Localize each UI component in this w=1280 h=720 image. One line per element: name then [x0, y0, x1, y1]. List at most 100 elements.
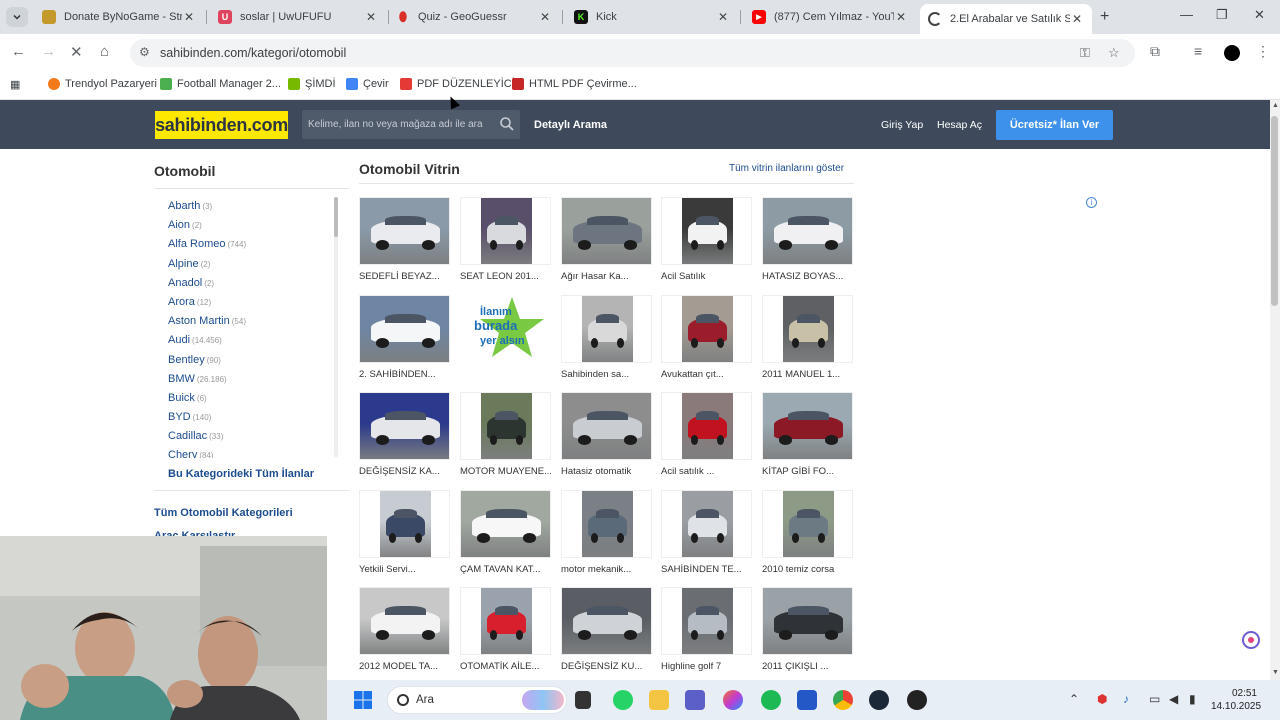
vitrin-card[interactable]: Ağır Hasar Ka...: [561, 197, 652, 287]
vitrin-card[interactable]: İlanım burada yer alsın: [460, 295, 551, 385]
car-thumbnail[interactable]: [359, 490, 450, 558]
vitrin-card[interactable]: HATASIZ BOYAS...: [762, 197, 853, 287]
whatsapp-icon[interactable]: [613, 690, 633, 710]
windows-start-icon[interactable]: [353, 690, 373, 710]
page-scroll-thumb[interactable]: [1271, 116, 1278, 306]
site-logo[interactable]: sahibinden.com: [155, 111, 288, 139]
vitrin-card[interactable]: Avukattan çıt...: [661, 295, 752, 385]
bookmark-cevir[interactable]: Çevir: [346, 78, 389, 90]
site-info-icon[interactable]: ⚙: [139, 45, 150, 59]
vitrin-card[interactable]: 2011 MANUEL 1...: [762, 295, 853, 385]
forward-button[interactable]: →: [41, 43, 56, 60]
all-categories-link[interactable]: Tüm Otomobil Kategorileri: [154, 507, 293, 519]
car-thumbnail[interactable]: [359, 392, 450, 460]
steam-icon[interactable]: [869, 690, 889, 710]
login-link[interactable]: Giriş Yap: [881, 119, 923, 131]
window-close-button[interactable]: ✕: [1254, 7, 1265, 23]
copilot-icon[interactable]: [723, 690, 743, 710]
tab-0[interactable]: Donate ByNoGame - Strea ✕: [34, 4, 204, 30]
tab-2[interactable]: ⬮ Quiz - GeoGuessr ✕: [388, 4, 560, 30]
car-thumbnail[interactable]: [460, 392, 551, 460]
close-icon[interactable]: ✕: [364, 10, 378, 24]
vitrin-card[interactable]: MOTOR MUAYENE...: [460, 392, 551, 482]
battery-icon[interactable]: ▮: [1189, 692, 1196, 706]
brand-item[interactable]: Aion (2): [168, 219, 333, 238]
taskbar-search[interactable]: Ara: [387, 686, 567, 714]
vitrin-card[interactable]: 2012 MODEL TA...: [359, 587, 450, 677]
car-thumbnail[interactable]: [561, 587, 652, 655]
car-thumbnail[interactable]: [661, 295, 752, 363]
tab-search-button[interactable]: [6, 7, 28, 27]
vitrin-card[interactable]: SEDEFLİ BEYAZ...: [359, 197, 450, 287]
vitrin-card-title[interactable]: Sahibinden sa...: [561, 369, 652, 380]
brand-item[interactable]: Abarth (3): [168, 200, 333, 219]
tray-overflow-icon[interactable]: ⌃: [1069, 692, 1079, 706]
car-thumbnail[interactable]: [762, 392, 853, 460]
car-thumbnail[interactable]: [561, 197, 652, 265]
address-bar[interactable]: ⚙ sahibinden.com/kategori/otomobil ⚿ ☆: [130, 39, 1135, 67]
vitrin-card-title[interactable]: 2012 MODEL TA...: [359, 661, 450, 672]
vitrin-card[interactable]: SEAT LEON 201...: [460, 197, 551, 287]
brand-list-scroll-thumb[interactable]: [334, 197, 338, 237]
home-button[interactable]: ⌂: [100, 43, 109, 60]
info-icon[interactable]: i: [1086, 197, 1097, 208]
vitrin-card-title[interactable]: 2. SAHİBİNDEN...: [359, 369, 450, 380]
password-key-icon[interactable]: ⚿: [1080, 45, 1090, 61]
file-explorer-icon[interactable]: [649, 690, 669, 710]
car-thumbnail[interactable]: [359, 295, 450, 363]
vitrin-card-title[interactable]: Acil satılık ...: [661, 466, 752, 477]
vitrin-card-title[interactable]: HATASIZ BOYAS...: [762, 271, 853, 282]
vitrin-card-title[interactable]: Yetkili Servi...: [359, 564, 450, 575]
all-in-category-link[interactable]: Bu Kategorideki Tüm İlanlar: [168, 468, 314, 480]
chrome-icon[interactable]: [833, 690, 853, 710]
tray-app-icon[interactable]: ⬢: [1097, 692, 1107, 706]
restore-button[interactable]: ❐: [1216, 7, 1228, 23]
tab-3[interactable]: K Kick ✕: [566, 4, 738, 30]
vitrin-card-title[interactable]: 2011 MANUEL 1...: [762, 369, 853, 380]
car-thumbnail[interactable]: [762, 587, 853, 655]
stop-button[interactable]: ✕: [70, 43, 83, 61]
store-icon[interactable]: [797, 690, 817, 710]
car-thumbnail[interactable]: [661, 392, 752, 460]
vitrin-card[interactable]: Sahibinden sa...: [561, 295, 652, 385]
bookmark-trendyol[interactable]: Trendyol Pazaryeri: [48, 78, 157, 90]
close-icon[interactable]: ✕: [1070, 12, 1084, 26]
taskbar-clock[interactable]: 02:51 14.10.2025: [1211, 687, 1261, 713]
tab-1[interactable]: U soslar | UwUFUFU ✕: [210, 4, 386, 30]
car-thumbnail[interactable]: [561, 295, 652, 363]
spotify-icon[interactable]: [761, 690, 781, 710]
brand-item[interactable]: Alfa Romeo (744): [168, 238, 333, 257]
media-controls-icon[interactable]: ≡: [1194, 43, 1202, 59]
vitrin-card[interactable]: DEĞİŞENSİZ KA...: [359, 392, 450, 482]
vitrin-card-title[interactable]: motor mekanik...: [561, 564, 652, 575]
car-thumbnail[interactable]: [762, 197, 853, 265]
vitrin-card-title[interactable]: SEDEFLİ BEYAZ...: [359, 271, 450, 282]
assistant-floating-icon[interactable]: [1240, 629, 1262, 651]
scroll-up-arrow-icon[interactable]: ▲: [1272, 102, 1279, 109]
vitrin-show-all-link[interactable]: Tüm vitrin ilanlarını göster: [729, 163, 844, 174]
car-thumbnail[interactable]: [762, 490, 853, 558]
car-thumbnail[interactable]: [460, 587, 551, 655]
brand-item[interactable]: BMW (26.186): [168, 373, 333, 392]
minimize-button[interactable]: —: [1180, 7, 1193, 22]
brand-item[interactable]: Aston Martin (54): [168, 315, 333, 334]
vitrin-card-title[interactable]: OTOMATİK AİLE...: [460, 661, 551, 672]
vitrin-card[interactable]: Acil satılık ...: [661, 392, 752, 482]
brand-item[interactable]: Alpine (2): [168, 258, 333, 277]
vitrin-card-title[interactable]: Acil Satılık: [661, 271, 752, 282]
vitrin-card[interactable]: DEĞİŞENSİZ KU...: [561, 587, 652, 677]
car-thumbnail[interactable]: [661, 587, 752, 655]
brand-item[interactable]: Anadol (2): [168, 277, 333, 296]
vitrin-card-title[interactable]: Ağır Hasar Ka...: [561, 271, 652, 282]
post-ad-button[interactable]: Ücretsiz* İlan Ver: [996, 110, 1113, 140]
brand-item[interactable]: Arora (12): [168, 296, 333, 315]
close-icon[interactable]: ✕: [716, 10, 730, 24]
teams-icon[interactable]: [685, 690, 705, 710]
vitrin-card[interactable]: 2. SAHİBİNDEN...: [359, 295, 450, 385]
network-icon[interactable]: ▭: [1149, 692, 1160, 706]
url-text[interactable]: sahibinden.com/kategori/otomobil: [160, 46, 346, 60]
vitrin-card[interactable]: 2011 ÇIKIŞLI ...: [762, 587, 853, 677]
brand-item[interactable]: Buick (6): [168, 392, 333, 411]
tab-4[interactable]: ▶ (877) Cem Yılmaz - YouTub ✕: [744, 4, 916, 30]
car-thumbnail[interactable]: [460, 197, 551, 265]
